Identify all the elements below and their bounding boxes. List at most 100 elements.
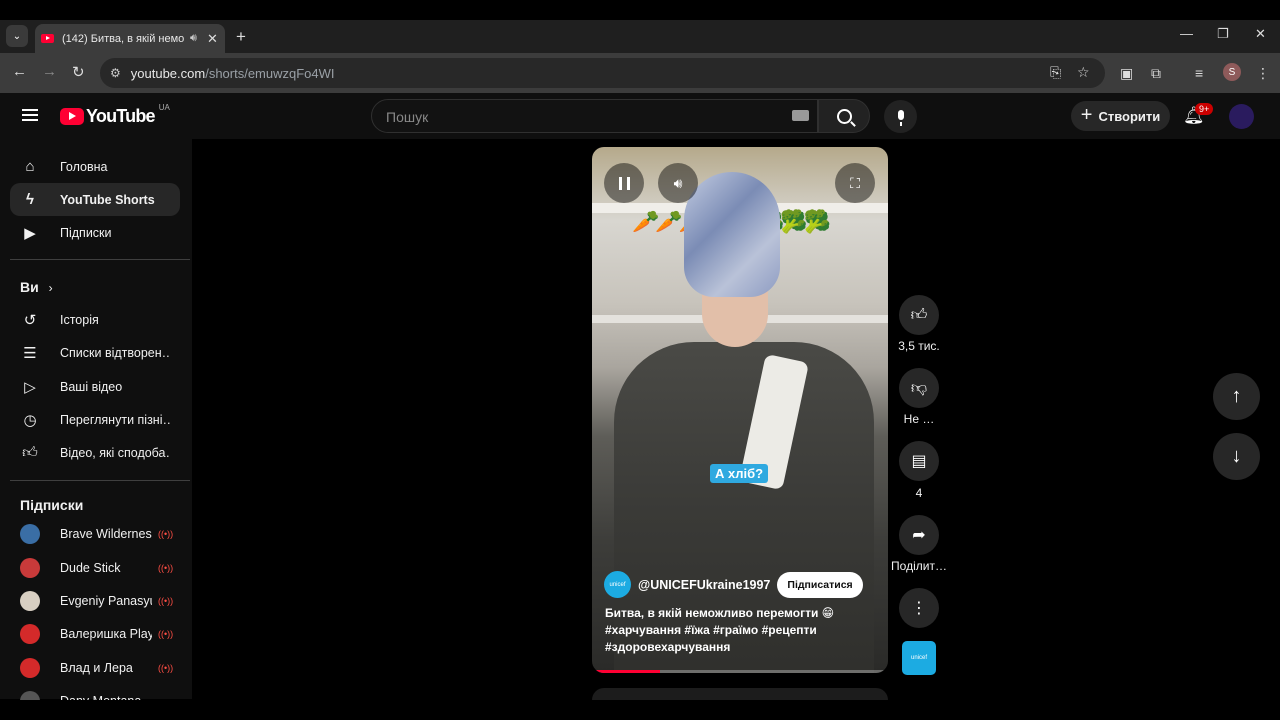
letterbox-bar: [0, 700, 1280, 720]
subscription-label: Dude Stick: [60, 560, 121, 575]
comments-button[interactable]: ▤: [899, 441, 939, 481]
keyboard-icon[interactable]: [792, 110, 809, 121]
sidebar-item-liked-videos[interactable]: 👍︎ Відео, які сподоба…: [10, 436, 180, 469]
sidebar-item-your-videos[interactable]: ▷ Ваші відео: [10, 370, 180, 403]
video-hashtags[interactable]: #харчування #їжа #граїмо #рецепти: [605, 622, 875, 639]
logo-text: YouTube: [86, 106, 156, 126]
browser-menu-icon[interactable]: ⋮: [1256, 65, 1270, 82]
channel-name[interactable]: @UNICEFUkraine1997: [638, 578, 770, 592]
subscription-item[interactable]: Brave Wildernes… ((•)): [10, 517, 180, 550]
sidebar-item-subscriptions[interactable]: ▶︎ Підписки: [10, 216, 180, 249]
subscriptions-section-header: Підписки: [20, 497, 84, 513]
channel-avatar[interactable]: unicef: [604, 571, 631, 598]
bookmark-star-icon[interactable]: ☆: [1077, 64, 1090, 81]
live-indicator-icon: ((•)): [158, 528, 174, 539]
like-button[interactable]: 👍︎: [899, 295, 939, 335]
subscription-label: Влад и Лера: [60, 660, 133, 675]
comment-icon: ▤: [911, 453, 927, 470]
audio-playing-icon[interactable]: 🔊︎: [190, 32, 197, 45]
search-input[interactable]: Пошук: [371, 99, 818, 133]
browser-tab[interactable]: (142) Битва, в якій неможл 🔊︎ ✕: [35, 24, 225, 53]
extension-icon[interactable]: ▣: [1120, 65, 1133, 82]
live-indicator-icon: ((•)): [158, 628, 174, 639]
site-info-icon[interactable]: ⚙︎: [110, 66, 121, 80]
youtube-header: YouTube UA Пошук + Створити 🔔︎ 9+: [0, 93, 1280, 139]
create-label: Створити: [1098, 108, 1161, 124]
shorts-video-player[interactable]: 🥕🥕🥕 🥦🥦🥦 🔊︎ ⛶ А хліб? unicef @UNICEFUkrai…: [592, 147, 888, 673]
sidebar-item-history[interactable]: ↺ Історія: [10, 303, 180, 336]
tab-search-button[interactable]: ⌄: [6, 25, 28, 47]
create-button[interactable]: + Створити: [1071, 101, 1170, 131]
sidebar-item-shorts[interactable]: ϟ YouTube Shorts: [10, 183, 180, 216]
video-title[interactable]: Битва, в якій неможливо перемогти 😁 #хар…: [605, 605, 875, 656]
plus-icon: +: [1080, 103, 1093, 126]
tab-title: (142) Битва, в якій неможл: [62, 32, 184, 45]
video-progress-bar[interactable]: [592, 670, 888, 673]
next-short-card[interactable]: [592, 688, 888, 700]
thumbs-up-icon: 👍︎: [910, 306, 928, 324]
close-tab-icon[interactable]: ✕: [207, 31, 218, 47]
you-section-header[interactable]: Ви ›: [20, 279, 53, 295]
subscribe-button[interactable]: Підписатися: [777, 571, 863, 598]
sidebar-item-watch-later[interactable]: ◷ Переглянути пізні…: [10, 403, 180, 436]
address-bar[interactable]: ⚙︎ youtube.com/shorts/emuwzqFo4WI ⎘ ☆: [100, 58, 1105, 88]
youtube-logo[interactable]: YouTube UA: [60, 103, 170, 127]
more-options-button[interactable]: ⋮: [899, 588, 939, 628]
next-short-button[interactable]: ↓: [1213, 433, 1260, 480]
browser-tab-bar: ⌄ (142) Битва, в якій неможл 🔊︎ ✕ + — ❐ …: [0, 20, 1280, 53]
like-count: 3,5 тис.: [898, 339, 940, 353]
subscription-item[interactable]: Evgeniy Panasyuk ((•)): [10, 584, 180, 617]
microphone-icon: [897, 109, 904, 126]
menu-icon[interactable]: [22, 109, 38, 121]
sidebar-item-label: Історія: [60, 312, 99, 327]
previous-short-button[interactable]: ↑: [1213, 373, 1260, 420]
sidebar: ⌂ Головна ϟ YouTube Shorts ▶︎ Підписки В…: [0, 139, 192, 711]
dislike-label: Не …: [903, 412, 935, 426]
volume-icon: 🔊︎: [673, 174, 683, 191]
url-text: youtube.com/shorts/emuwzqFo4WI: [130, 65, 335, 81]
video-title-line: Битва, в якій неможливо перемогти 😁: [605, 606, 835, 620]
sidebar-item-home[interactable]: ⌂ Головна: [10, 150, 180, 183]
close-window-icon[interactable]: ✕: [1255, 26, 1266, 42]
arrow-up-icon: ↑: [1231, 385, 1242, 407]
account-avatar[interactable]: [1229, 104, 1254, 129]
video-progress-fill: [592, 670, 661, 673]
subscription-label: Валеришка Play: [60, 626, 152, 641]
your-videos-icon: ▷: [24, 378, 36, 396]
subscription-item[interactable]: Dude Stick ((•)): [10, 551, 180, 584]
restore-icon[interactable]: ❐: [1217, 26, 1229, 42]
dislike-button[interactable]: 👎︎: [899, 368, 939, 408]
share-button[interactable]: ➦: [899, 515, 939, 555]
thumbs-up-icon: 👍︎: [22, 443, 38, 461]
subscription-item[interactable]: Влад и Лера ((•)): [10, 651, 180, 684]
comment-count: 4: [915, 486, 923, 500]
audio-source-thumbnail[interactable]: unicef: [902, 641, 936, 675]
video-hashtags[interactable]: #здоровехарчування: [605, 639, 875, 656]
back-icon[interactable]: ←: [12, 63, 27, 80]
voice-search-button[interactable]: [884, 100, 917, 133]
extensions-puzzle-icon[interactable]: ⧉: [1151, 65, 1161, 82]
pause-button[interactable]: [604, 163, 644, 203]
subscriptions-icon: ▶︎: [24, 224, 36, 242]
youtube-play-icon: [60, 108, 84, 125]
fullscreen-button[interactable]: ⛶: [835, 163, 875, 203]
sidebar-divider: [10, 259, 190, 260]
browser-profile-avatar[interactable]: S: [1223, 63, 1241, 81]
fullscreen-icon: ⛶: [850, 174, 860, 191]
forward-icon[interactable]: →: [42, 63, 57, 80]
browser-toolbar: ← → ↻ ⚙︎ youtube.com/shorts/emuwzqFo4WI …: [0, 53, 1280, 93]
pause-icon: [618, 176, 630, 190]
reload-icon[interactable]: ↻: [72, 63, 85, 81]
media-controls-icon[interactable]: ≡: [1195, 65, 1203, 81]
sidebar-item-playlists[interactable]: ☰ Списки відтворен…: [10, 336, 180, 369]
playlists-icon: ☰: [23, 344, 37, 362]
volume-button[interactable]: 🔊︎: [658, 163, 698, 203]
share-label: Поділит…: [891, 559, 947, 573]
live-indicator-icon: ((•)): [158, 662, 174, 673]
subscription-item[interactable]: Валеришка Play ((•)): [10, 617, 180, 650]
search-button[interactable]: [818, 99, 870, 133]
install-app-icon[interactable]: ⎘: [1050, 64, 1061, 81]
history-icon: ↺: [23, 311, 37, 329]
new-tab-button[interactable]: +: [236, 27, 246, 47]
minimize-icon[interactable]: —: [1180, 26, 1193, 41]
